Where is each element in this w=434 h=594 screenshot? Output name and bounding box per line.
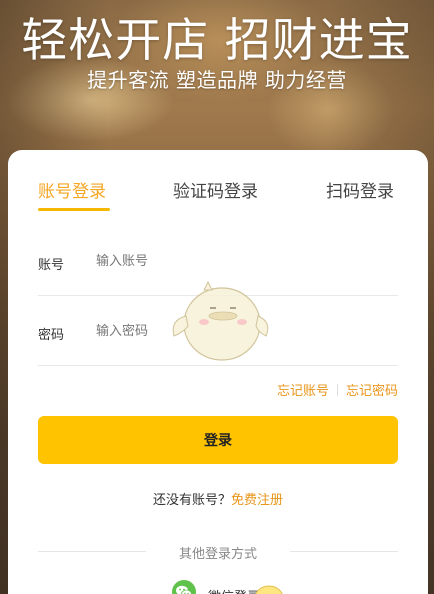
- other-login-title: 其他登录方式: [178, 547, 257, 562]
- tab-account-login[interactable]: 账号登录: [38, 177, 110, 211]
- wechat-login-label: 微信登录: [208, 586, 260, 594]
- register-prompt: 还没有账号？: [152, 493, 231, 508]
- password-label: 密码: [38, 328, 65, 343]
- tab-code-login[interactable]: 验证码登录: [173, 177, 258, 202]
- password-input[interactable]: [96, 318, 386, 344]
- wechat-icon: [172, 580, 196, 594]
- forgot-divider: [336, 384, 338, 396]
- tab-code-login-label: 验证码登录: [173, 182, 258, 202]
- login-button[interactable]: 登录: [38, 416, 398, 464]
- forgot-password-link[interactable]: 忘记密码: [346, 384, 398, 399]
- divider-line-right: [290, 551, 398, 552]
- account-label: 账号: [38, 258, 65, 273]
- hero-subline: 提升客流 塑造品牌 助力经营: [87, 68, 347, 92]
- active-tab-underline: [38, 208, 110, 211]
- account-input[interactable]: [96, 248, 386, 274]
- register-link[interactable]: 免费注册: [231, 493, 283, 508]
- password-field: 密码: [38, 296, 398, 366]
- other-login-divider: 其他登录方式: [38, 543, 398, 562]
- tab-account-login-label: 账号登录: [38, 182, 106, 202]
- forgot-links: 忘记账号 忘记密码: [277, 380, 398, 399]
- account-field: 账号: [38, 226, 398, 296]
- register-row: 还没有账号？免费注册: [8, 489, 428, 508]
- hero-headline: 轻松开店 招财进宝: [21, 13, 413, 67]
- forgot-account-link[interactable]: 忘记账号: [277, 384, 329, 399]
- login-card: 账号登录 验证码登录 扫码登录 账号 密码 忘记账号 忘记密码 登录 还没有账号？…: [8, 150, 428, 594]
- login-tabs: 账号登录 验证码登录 扫码登录: [8, 150, 428, 220]
- tab-qr-login[interactable]: 扫码登录: [326, 177, 394, 202]
- tab-qr-login-label: 扫码登录: [326, 182, 394, 202]
